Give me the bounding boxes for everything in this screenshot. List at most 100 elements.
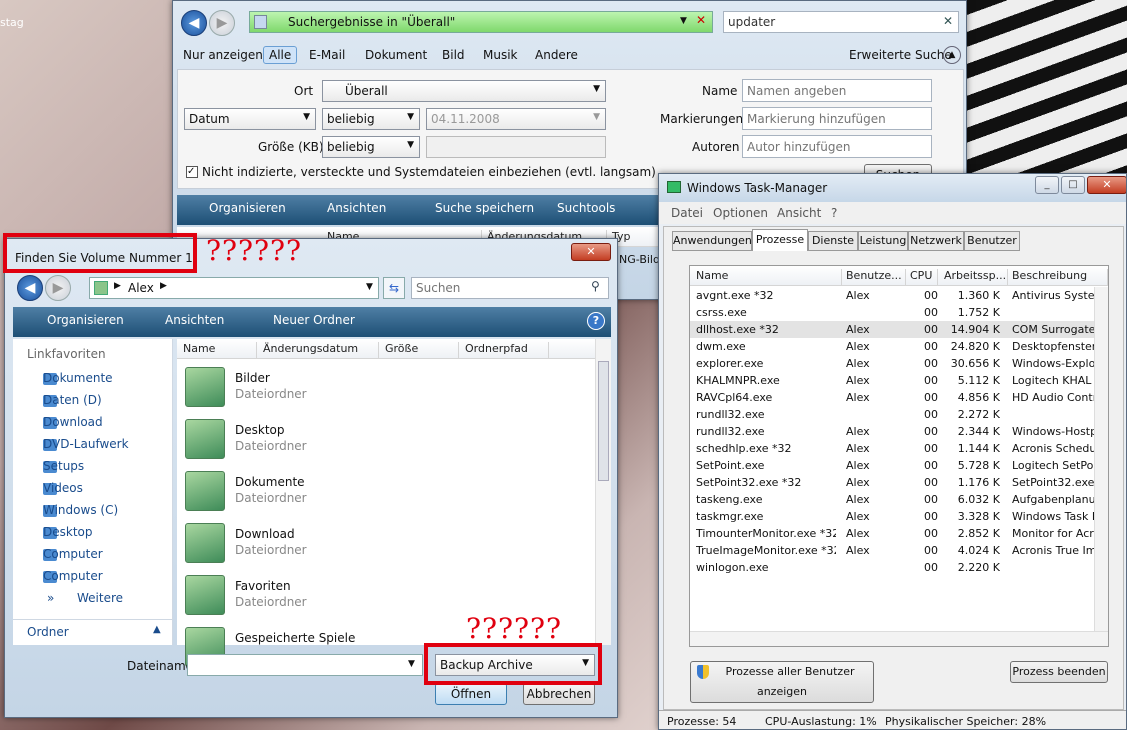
filename-input[interactable]: ▼ <box>187 654 423 676</box>
open-button[interactable]: Öffnen <box>435 683 507 705</box>
process-row[interactable]: rundll32.exe 00 2.272 K <box>690 406 1100 423</box>
process-row[interactable]: TrueImageMonitor.exe *32 Alex 00 4.024 K Acr… <box>690 542 1100 559</box>
help-icon[interactable]: ? <box>587 312 605 330</box>
menu-view[interactable]: Ansicht <box>777 206 821 220</box>
process-row[interactable]: explorer.exe Alex 00 30.656 K Windows-Explor… <box>690 355 1100 372</box>
favorite-item[interactable]: Daten (D) <box>43 393 102 407</box>
file-item[interactable]: Download Dateiordner <box>177 521 587 571</box>
file-item[interactable]: Desktop Dateiordner <box>177 417 587 467</box>
menu-options[interactable]: Optionen <box>713 206 768 220</box>
minimize-button[interactable]: _ <box>1035 176 1059 194</box>
process-row[interactable]: TimounterMonitor.exe *32 Alex 00 2.852 K Mon… <box>690 525 1100 542</box>
col-memory[interactable]: Arbeitssp... <box>944 269 1008 285</box>
menu-help[interactable]: ? <box>831 206 837 220</box>
include-checkbox[interactable]: ✓ <box>186 166 198 178</box>
favorite-item[interactable]: Windows (C) <box>43 503 118 517</box>
process-row[interactable]: winlogon.exe 00 2.220 K <box>690 559 1100 576</box>
organize-menu[interactable]: Organisieren <box>209 201 286 215</box>
filename-dropdown-icon[interactable]: ▼ <box>408 659 415 669</box>
size-mode-select[interactable]: beliebig ▼ <box>322 136 420 158</box>
filter-email[interactable]: E-Mail <box>309 48 345 62</box>
process-row[interactable]: dwm.exe Alex 00 24.820 K Desktopfenster-... <box>690 338 1100 355</box>
tab-users[interactable]: Benutzer <box>964 231 1020 251</box>
tab-services[interactable]: Dienste <box>808 231 858 251</box>
location-select[interactable]: Überall ▼ <box>322 80 606 102</box>
col-file-modified[interactable]: Änderungsdatum <box>263 342 379 358</box>
filter-music[interactable]: Musik <box>483 48 518 62</box>
advanced-search-toggle[interactable]: Erweiterte Suche <box>849 48 952 62</box>
dialog-search-input[interactable] <box>411 277 609 299</box>
scrollbar-thumb[interactable] <box>598 361 609 481</box>
col-cpu[interactable]: CPU <box>910 269 938 285</box>
dialog-search-icon[interactable]: ⚲ <box>591 279 600 293</box>
file-item[interactable]: Dokumente Dateiordner <box>177 469 587 519</box>
col-process-name[interactable]: Name <box>696 269 842 285</box>
back-button[interactable]: ◀ <box>181 10 207 36</box>
process-row[interactable]: SetPoint.exe Alex 00 5.728 K Logitech SetPoi… <box>690 457 1100 474</box>
show-all-processes-button[interactable]: Prozesse aller Benutzer anzeigen <box>690 661 874 703</box>
col-file-size[interactable]: Größe <box>385 342 459 358</box>
favorite-item[interactable]: Computer <box>43 547 103 561</box>
process-row[interactable]: KHALMNPR.exe Alex 00 5.112 K Logitech KHAL M… <box>690 372 1100 389</box>
dialog-views-menu[interactable]: Ansichten <box>165 313 224 327</box>
col-description[interactable]: Beschreibung <box>1012 269 1108 285</box>
forward-button[interactable]: ▶ <box>209 10 235 36</box>
cancel-button[interactable]: Abbrechen <box>523 683 595 705</box>
filter-all[interactable]: Alle <box>263 46 298 64</box>
favorite-item[interactable]: Videos <box>43 481 83 495</box>
authors-input[interactable] <box>742 135 932 158</box>
dialog-address-bar[interactable]: ▶ Alex ▶ ▼ <box>89 277 379 299</box>
collapse-icon[interactable]: ▲ <box>943 46 961 64</box>
dialog-close-button[interactable]: ✕ <box>571 243 611 261</box>
col-file-path[interactable]: Ordnerpfad <box>465 342 549 358</box>
tab-performance[interactable]: Leistung <box>858 231 908 251</box>
clear-search-icon[interactable]: ✕ <box>943 14 953 28</box>
maximize-button[interactable]: □ <box>1061 176 1085 194</box>
process-row[interactable]: taskeng.exe Alex 00 6.032 K Aufgabenplanun..… <box>690 491 1100 508</box>
dialog-back-button[interactable]: ◀ <box>17 275 43 301</box>
process-hscroll[interactable] <box>690 631 1108 646</box>
filter-other[interactable]: Andere <box>535 48 578 62</box>
address-bar[interactable]: Suchergebnisse in "Überall" ▼ ✕ <box>249 11 713 33</box>
refresh-button[interactable]: ⇆ <box>383 277 405 299</box>
tags-input[interactable] <box>742 107 932 130</box>
name-input[interactable] <box>742 79 932 102</box>
save-search-button[interactable]: Suche speichern <box>435 201 534 215</box>
filter-image[interactable]: Bild <box>442 48 465 62</box>
breadcrumb-next-icon[interactable]: ▶ <box>160 281 167 291</box>
address-dropdown-icon[interactable]: ▼ <box>366 282 373 292</box>
file-item[interactable]: Bilder Dateiordner <box>177 365 587 415</box>
search-tools-menu[interactable]: Suchtools <box>557 201 615 215</box>
tab-applications[interactable]: Anwendungen <box>672 231 752 251</box>
col-file-name[interactable]: Name <box>183 342 257 358</box>
search-input[interactable] <box>723 11 959 33</box>
close-button[interactable]: ✕ <box>1087 176 1126 194</box>
favorite-item[interactable]: Dokumente <box>43 371 113 385</box>
dialog-forward-button[interactable]: ▶ <box>45 275 71 301</box>
tab-network[interactable]: Netzwerk <box>908 231 964 251</box>
favorite-item[interactable]: Computer <box>43 569 103 583</box>
process-row[interactable]: RAVCpl64.exe Alex 00 4.856 K HD Audio Contro… <box>690 389 1100 406</box>
end-process-button[interactable]: Prozess beenden <box>1010 661 1108 683</box>
address-dropdown-icon[interactable]: ▼ <box>680 16 687 26</box>
process-row[interactable]: SetPoint32.exe *32 Alex 00 1.176 K SetPoint3… <box>690 474 1100 491</box>
favorite-item[interactable]: Download <box>43 415 103 429</box>
breadcrumb-alex[interactable]: Alex <box>128 281 154 295</box>
process-row[interactable]: avgnt.exe *32 Alex 00 1.360 K Antivirus Syst… <box>690 287 1100 304</box>
favorite-item[interactable]: DVD-Laufwerk <box>43 437 129 451</box>
process-vscroll[interactable] <box>1094 287 1108 631</box>
col-user[interactable]: Benutze... <box>846 269 906 285</box>
new-folder-button[interactable]: Neuer Ordner <box>273 313 355 327</box>
process-row[interactable]: rundll32.exe Alex 00 2.344 K Windows-Hostpr.… <box>690 423 1100 440</box>
date-field-select[interactable]: Datum ▼ <box>184 108 316 130</box>
more-favorites[interactable]: Weitere » <box>47 591 123 605</box>
filter-document[interactable]: Dokument <box>365 48 427 62</box>
tab-processes[interactable]: Prozesse <box>752 229 808 251</box>
file-list-scrollbar[interactable] <box>595 339 611 645</box>
date-mode-select[interactable]: beliebig ▼ <box>322 108 420 130</box>
stop-icon[interactable]: ✕ <box>696 13 706 27</box>
process-row[interactable]: dllhost.exe *32 Alex 00 14.904 K COM Surroga… <box>690 321 1100 338</box>
favorite-item[interactable]: Desktop <box>43 525 93 539</box>
menu-file[interactable]: Datei <box>671 206 703 220</box>
dialog-organize-menu[interactable]: Organisieren <box>47 313 124 327</box>
